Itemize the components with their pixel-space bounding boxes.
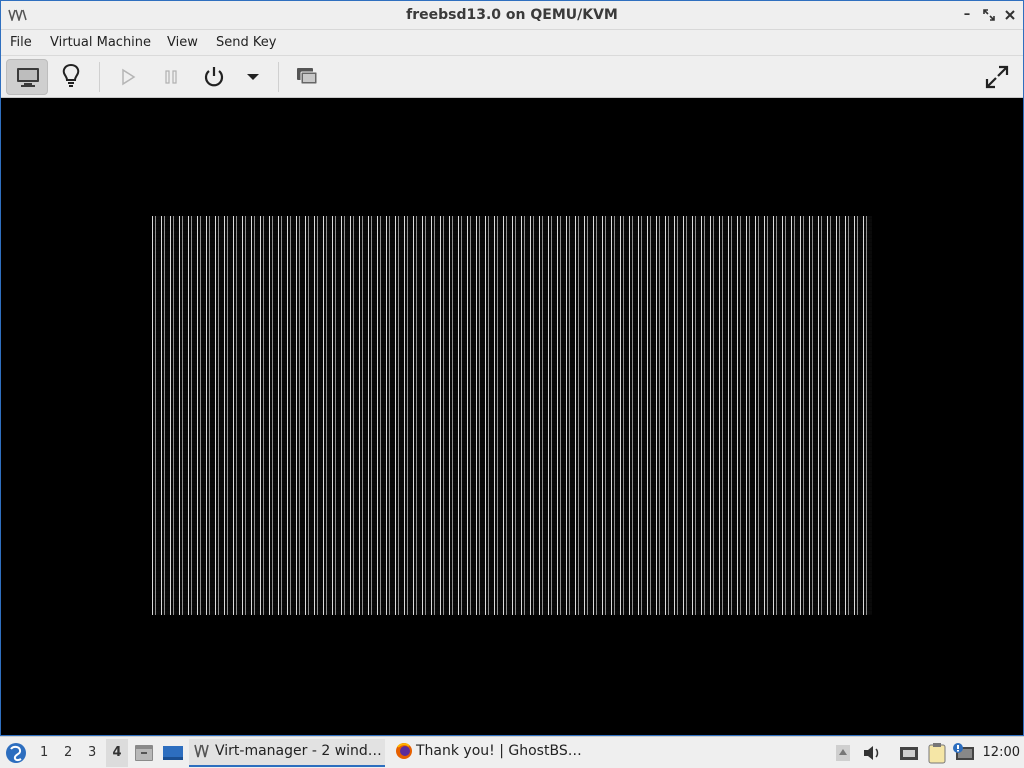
network-icon[interactable]	[898, 741, 920, 765]
fullscreen-button[interactable]	[976, 59, 1018, 95]
maximize-button[interactable]	[981, 7, 997, 23]
dropdown-arrow-icon	[247, 74, 259, 80]
menu-virtual-machine[interactable]: Virtual Machine	[50, 35, 151, 50]
workspace-1[interactable]: 1	[40, 745, 48, 760]
vm-console[interactable]	[1, 98, 1023, 735]
virt-viewer-window: freebsd13.0 on QEMU/KVM – File Virtual M…	[0, 0, 1024, 736]
task-label: Virt-manager - 2 wind…	[215, 743, 382, 759]
menu-bar: File Virtual Machine View Send Key	[1, 30, 1023, 56]
fullscreen-icon	[985, 65, 1009, 89]
minimize-button[interactable]: –	[959, 7, 975, 23]
task-label: Thank you! | GhostBS…	[416, 743, 582, 759]
menu-file[interactable]: File	[10, 35, 32, 50]
clipboard-icon[interactable]	[926, 741, 948, 765]
tray-up-arrow-icon[interactable]	[834, 741, 852, 765]
taskbar: 1 2 3 4 Virt-manager - 2 wind… Thank you…	[0, 736, 1024, 768]
power-icon	[204, 67, 224, 87]
menu-send-key[interactable]: Send Key	[216, 35, 276, 50]
window-title: freebsd13.0 on QEMU/KVM	[406, 7, 618, 23]
shutdown-button[interactable]	[193, 59, 235, 95]
snapshots-icon	[297, 68, 318, 85]
shutdown-menu-button[interactable]	[233, 59, 269, 95]
run-button[interactable]	[106, 59, 148, 95]
clock[interactable]: 12:00	[983, 745, 1020, 760]
virt-manager-icon	[194, 744, 209, 758]
task-firefox[interactable]: Thank you! | GhostBS…	[390, 739, 584, 767]
toolbar-separator	[99, 62, 100, 92]
display-update-icon[interactable]	[950, 741, 976, 765]
show-console-button[interactable]	[6, 59, 48, 95]
file-manager-icon[interactable]	[133, 741, 155, 765]
title-bar[interactable]: freebsd13.0 on QEMU/KVM –	[1, 1, 1023, 30]
pause-button[interactable]	[150, 59, 192, 95]
toolbar-separator	[278, 62, 279, 92]
firefox-icon	[396, 743, 412, 759]
volume-icon[interactable]	[861, 741, 883, 765]
menu-view[interactable]: View	[167, 35, 198, 50]
maximize-icon	[983, 9, 995, 21]
pause-icon	[165, 70, 177, 84]
guest-display[interactable]	[152, 216, 872, 615]
manage-snapshots-button[interactable]	[286, 59, 328, 95]
lightbulb-icon	[62, 63, 80, 87]
toolbar	[1, 56, 1023, 98]
workspace-2[interactable]: 2	[64, 745, 72, 760]
workspace-3[interactable]: 3	[88, 745, 96, 760]
play-icon	[122, 68, 136, 86]
workspace-4[interactable]: 4	[106, 739, 128, 767]
start-menu-icon[interactable]	[4, 741, 28, 765]
close-button[interactable]	[1002, 7, 1018, 23]
close-icon	[1005, 10, 1015, 20]
task-virt-manager[interactable]: Virt-manager - 2 wind…	[189, 739, 385, 767]
show-desktop-icon[interactable]	[161, 741, 185, 765]
show-details-button[interactable]	[50, 59, 92, 95]
console-icon	[17, 68, 39, 87]
